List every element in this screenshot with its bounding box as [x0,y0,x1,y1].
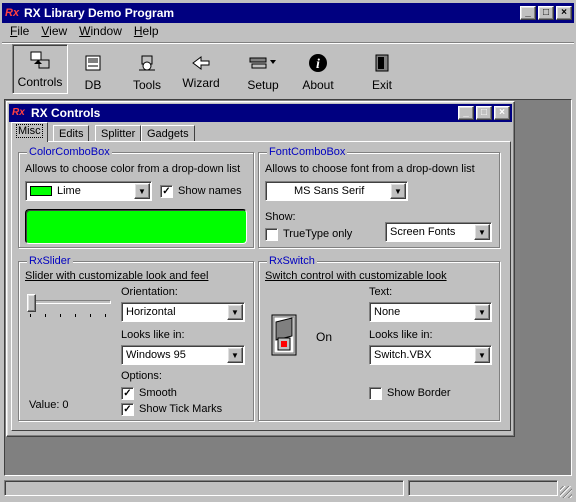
menu-view[interactable]: View [41,24,67,38]
toolbar-db-button[interactable]: DB [66,46,120,94]
switch-icon [271,314,297,356]
switch-control[interactable] [271,314,297,356]
menu-window[interactable]: Window [79,24,122,38]
slider-looks-combo[interactable]: Windows 95 ▼ [121,345,245,365]
main-titlebar[interactable]: Rx RX Library Demo Program _ □ × [2,3,574,23]
color-combo-value: Lime [57,185,81,197]
switch-looks-value: Switch.VBX [374,349,432,361]
chevron-down-icon[interactable]: ▼ [227,347,243,363]
child-maximize-button[interactable]: □ [476,106,492,120]
tab-edits[interactable]: Edits [53,125,90,142]
show-names-label: Show names [178,185,242,197]
switch-text-label: Text: [369,286,393,298]
smooth-checkbox[interactable]: ✓ [121,387,134,400]
toolbar-tools-button[interactable]: Tools [120,46,174,94]
menu-file[interactable]: File [10,24,29,38]
status-bar [2,478,574,500]
slider-track[interactable] [27,300,111,304]
tick-marks-label: Show Tick Marks [139,403,223,415]
orientation-value: Horizontal [126,306,176,318]
close-button[interactable]: × [556,6,572,20]
font-device-value: Screen Fonts [390,226,456,238]
font-combo-group-title: FontComboBox [267,146,348,158]
toolbar-exit-button[interactable]: Exit [355,46,409,94]
toolbar-about-button[interactable]: i About [291,46,345,94]
switch-text-value: None [374,306,401,318]
orientation-combo[interactable]: Horizontal ▼ [121,302,245,322]
maximize-button[interactable]: □ [538,6,554,20]
child-logo-icon: Rx [12,107,25,118]
status-panel-right [408,480,558,496]
slider-ticks [30,314,110,317]
rx-switch-description: Switch control with customizable look [265,270,447,282]
show-border-label: Show Border [387,387,451,399]
truetype-only-label: TrueType only [283,228,353,240]
controls-icon [13,49,67,71]
app-logo-icon: Rx [5,7,20,19]
database-icon [66,52,120,74]
slider-thumb[interactable] [27,294,36,312]
show-border-checkbox[interactable] [369,387,382,400]
tab-gadgets[interactable]: Gadgets [141,125,195,142]
chevron-down-icon[interactable]: ▼ [390,183,406,199]
color-combo-description: Allows to choose color from a drop-down … [25,163,241,175]
info-icon: i [291,52,345,74]
orientation-label: Orientation: [121,286,178,298]
tick-marks-checkbox[interactable]: ✓ [121,403,134,416]
tools-icon [120,52,174,74]
slider-options-label: Options: [121,370,162,382]
switch-state-text: On [316,330,333,344]
font-combo-value: MS Sans Serif [294,185,365,197]
rx-slider-group-title: RxSlider [27,255,73,267]
color-swatch [30,186,52,196]
wizard-icon [174,52,228,74]
show-names-checkbox[interactable]: ✓ [160,185,173,198]
status-panel-main [4,480,404,496]
child-titlebar[interactable]: Rx RX Controls _ □ × [9,104,512,122]
minimize-button[interactable]: _ [520,6,536,20]
font-show-label: Show: [265,211,296,223]
smooth-label: Smooth [139,387,177,399]
slider-looks-value: Windows 95 [126,349,186,361]
switch-text-combo[interactable]: None ▼ [369,302,492,322]
font-combo-box[interactable]: MS Sans Serif ▼ [265,181,408,201]
toolbar-wizard-button[interactable]: Wizard [174,46,228,94]
toolbar-setup-button[interactable]: Setup [236,46,290,94]
chevron-down-icon[interactable]: ▼ [134,183,150,199]
exit-icon [355,52,409,74]
slider-value-text: Value: 0 [29,399,69,411]
color-preview-panel [25,209,247,244]
truetype-only-checkbox[interactable] [265,228,278,241]
menu-help[interactable]: Help [134,24,159,38]
chevron-down-icon[interactable]: ▼ [474,304,490,320]
rx-slider-description: Slider with customizable look and feel [25,270,209,282]
toolbar-controls-button[interactable]: Controls [12,44,68,94]
rx-switch-group-title: RxSwitch [267,255,317,267]
chevron-down-icon[interactable]: ▼ [227,304,243,320]
rx-slider-group: RxSlider [18,255,254,421]
tab-misc[interactable]: Misc [11,122,48,142]
font-combo-description: Allows to choose font from a drop-down l… [265,163,475,175]
chevron-down-icon[interactable]: ▼ [474,224,490,240]
window-title: RX Library Demo Program [24,6,175,20]
svg-text:i: i [316,57,320,72]
size-grip-icon[interactable] [560,486,572,498]
color-combo-box[interactable]: Lime ▼ [25,181,152,201]
child-close-button[interactable]: × [494,106,510,120]
switch-looks-combo[interactable]: Switch.VBX ▼ [369,345,492,365]
font-device-combo[interactable]: Screen Fonts ▼ [385,222,492,242]
switch-looks-label: Looks like in: [369,329,433,341]
slider-looks-label: Looks like in: [121,329,185,341]
tab-splitter[interactable]: Splitter [95,125,142,142]
child-minimize-button[interactable]: _ [458,106,474,120]
setup-icon [236,52,290,74]
child-window-title: RX Controls [31,106,101,120]
menu-bar: File View Window Help [10,24,171,38]
chevron-down-icon[interactable]: ▼ [474,347,490,363]
color-combo-group-title: ColorComboBox [27,146,112,158]
